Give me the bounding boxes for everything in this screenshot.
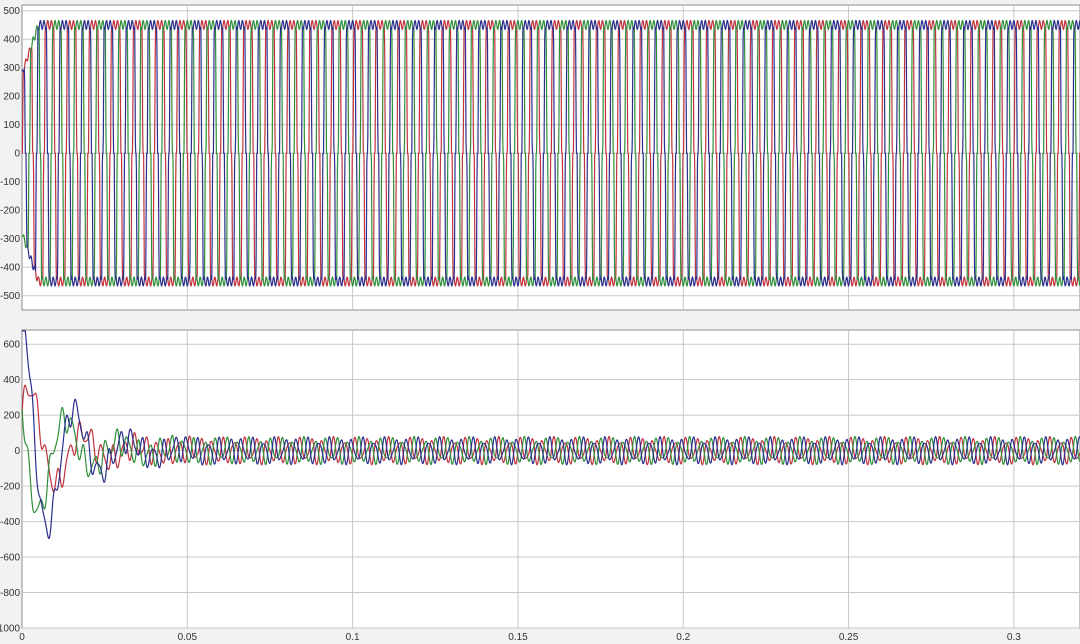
x-tick-label: 0.2 (676, 632, 690, 643)
y-tick-label: -100 (0, 177, 20, 188)
current-plot: 600 400 200 0 -200 -400 -600 -800 -1000 0 0.05 0.1… (0, 329, 1080, 643)
y-tick-label: -800 (0, 588, 20, 599)
x-tick-label: 0.1 (346, 632, 360, 643)
y-tick-label: 300 (3, 63, 20, 74)
y-tick-label: 0 (14, 149, 20, 160)
x-tick-label: 0 (19, 632, 25, 643)
x-tick-label: 0.25 (839, 632, 859, 643)
current-plot-y-ticks: 600 400 200 0 -200 -400 -600 -800 -1000 (0, 340, 20, 635)
y-tick-label: 200 (3, 411, 20, 422)
y-tick-label: -200 (0, 206, 20, 217)
current-plot-axes (21, 329, 1080, 629)
y-tick-label: -1000 (0, 624, 20, 635)
y-tick-label: 500 (3, 6, 20, 17)
x-tick-label: 0.15 (508, 632, 528, 643)
y-tick-label: -500 (0, 291, 20, 302)
y-tick-label: -400 (0, 263, 20, 274)
y-tick-label: -600 (0, 553, 20, 564)
x-tick-label: 0.3 (1007, 632, 1021, 643)
voltage-plot: 500 400 300 200 100 0 -100 -200 -300 -400 -500 (0, 4, 1080, 311)
x-tick-label: 0.05 (178, 632, 198, 643)
y-tick-label: -300 (0, 234, 20, 245)
y-tick-label: 200 (3, 92, 20, 103)
y-tick-label: 100 (3, 120, 20, 131)
scope-figure: 500 400 300 200 100 0 -100 -200 -300 -400 -500 600… (0, 0, 1080, 644)
y-tick-label: 600 (3, 340, 20, 351)
y-tick-label: 0 (14, 446, 20, 457)
y-tick-label: 400 (3, 35, 20, 46)
y-tick-label: -400 (0, 517, 20, 528)
y-tick-label: -200 (0, 482, 20, 493)
y-tick-label: 400 (3, 375, 20, 386)
